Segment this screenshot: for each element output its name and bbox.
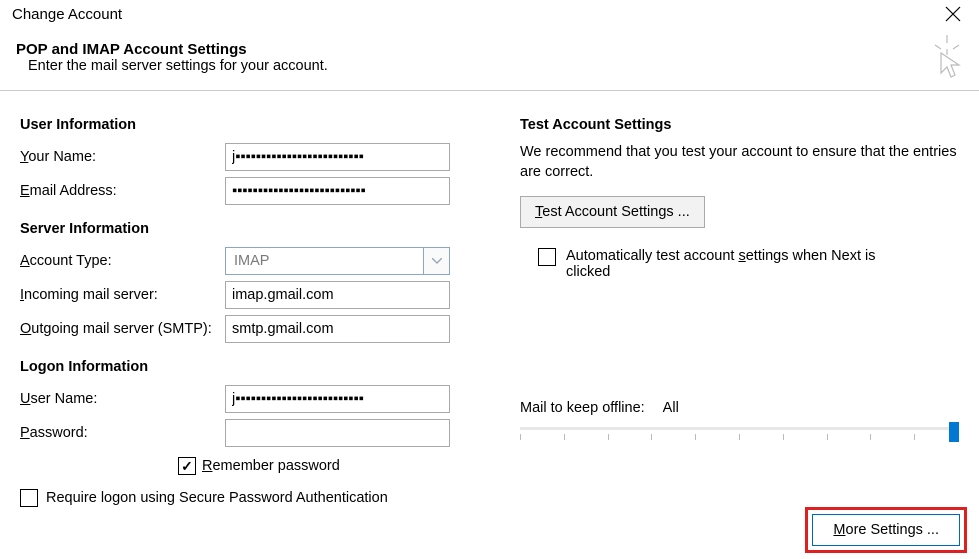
subheader: POP and IMAP Account Settings Enter the … [0, 23, 979, 80]
more-settings-highlight: More Settings ... [805, 507, 967, 553]
page-subtitle: POP and IMAP Account Settings [16, 41, 963, 58]
auto-test-label: Automatically test account settings when… [566, 248, 916, 280]
remember-password-label: Remember password [202, 458, 340, 474]
cursor-click-icon [929, 35, 965, 79]
mail-keep-slider[interactable] [520, 424, 959, 448]
incoming-server-label: Incoming mail server: [20, 287, 225, 303]
incoming-server-input[interactable] [225, 281, 450, 309]
account-type-label: Account Type: [20, 253, 225, 269]
user-name-label: User Name: [20, 391, 225, 407]
user-name-input[interactable] [225, 385, 450, 413]
slider-ticks [520, 434, 959, 440]
your-name-label: Your Name: [20, 149, 225, 165]
more-settings-button[interactable]: More Settings ... [812, 514, 960, 546]
server-info-heading: Server Information [20, 221, 460, 237]
outgoing-server-input[interactable] [225, 315, 450, 343]
slider-thumb[interactable] [949, 422, 959, 442]
outgoing-server-label: Outgoing mail server (SMTP): [20, 321, 225, 337]
spa-checkbox[interactable] [20, 489, 38, 507]
password-input[interactable] [225, 419, 450, 447]
account-type-value: IMAP [225, 247, 424, 275]
close-button[interactable] [937, 6, 969, 22]
spa-label: Require logon using Secure Password Auth… [46, 490, 388, 506]
email-input[interactable] [225, 177, 450, 205]
account-type-select[interactable]: IMAP [225, 247, 450, 275]
password-label: Password: [20, 425, 225, 441]
logon-info-heading: Logon Information [20, 359, 460, 375]
chevron-down-icon [432, 258, 442, 264]
test-account-settings-button[interactable]: Test Account Settings ... [520, 196, 705, 228]
test-settings-description: We recommend that you test your account … [520, 143, 959, 182]
page-description: Enter the mail server settings for your … [28, 58, 963, 74]
close-icon [945, 6, 961, 22]
slider-track-line [520, 427, 959, 430]
auto-test-checkbox[interactable] [538, 248, 556, 266]
email-label: Email Address: [20, 183, 225, 199]
mail-keep-label: Mail to keep offline: [520, 400, 645, 416]
user-info-heading: User Information [20, 117, 460, 133]
test-settings-heading: Test Account Settings [520, 117, 959, 133]
window-title: Change Account [12, 6, 122, 23]
mail-keep-value: All [663, 400, 679, 416]
remember-password-checkbox[interactable] [178, 457, 196, 475]
your-name-input[interactable] [225, 143, 450, 171]
account-type-dropdown-button[interactable] [424, 247, 450, 275]
